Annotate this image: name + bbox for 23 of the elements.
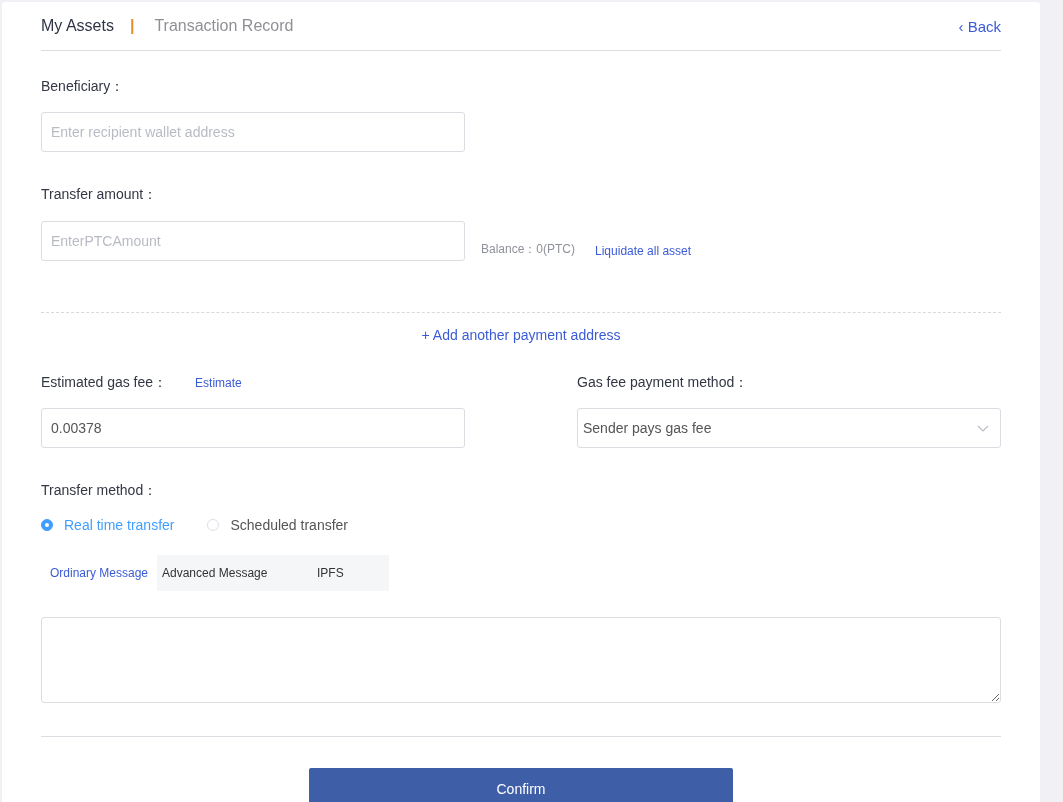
- input-field[interactable]: Enter recipient wallet address: [41, 112, 465, 152]
- input-field[interactable]: 0.00378: [41, 408, 465, 448]
- balance-text: Balance：0(PTC): [481, 241, 576, 258]
- input-field[interactable]: EnterPTCAmount: [41, 221, 465, 261]
- message-field[interactable]: [41, 617, 1001, 703]
- confirm-button[interactable]: Confirm: [309, 768, 733, 802]
- back-link[interactable]: ‹ Back: [958, 17, 1001, 35]
- message-tab[interactable]: Advanced Message: [157, 555, 275, 591]
- add-address-link[interactable]: + Add another payment address: [421, 327, 621, 343]
- field-label: Beneficiary：: [41, 78, 126, 96]
- field-label: Transfer amount：: [41, 186, 159, 204]
- tab[interactable]: Transaction Record: [154, 17, 294, 35]
- field-label: Gas fee payment method：: [577, 374, 749, 392]
- tab-separator: |: [129, 17, 135, 35]
- estimate-link[interactable]: Estimate: [195, 376, 242, 390]
- radio-option[interactable]: Scheduled transfer: [207, 517, 348, 533]
- liquidate-link[interactable]: Liquidate all asset: [595, 244, 692, 258]
- message-tab[interactable]: IPFS: [275, 555, 389, 591]
- field-label: Transfer method：: [41, 482, 159, 500]
- tab[interactable]: My Assets: [41, 17, 114, 35]
- chevron-down-icon: [977, 424, 989, 432]
- field-label: Estimated gas fee：: [41, 374, 168, 392]
- select-field[interactable]: Sender pays gas fee: [577, 408, 1001, 448]
